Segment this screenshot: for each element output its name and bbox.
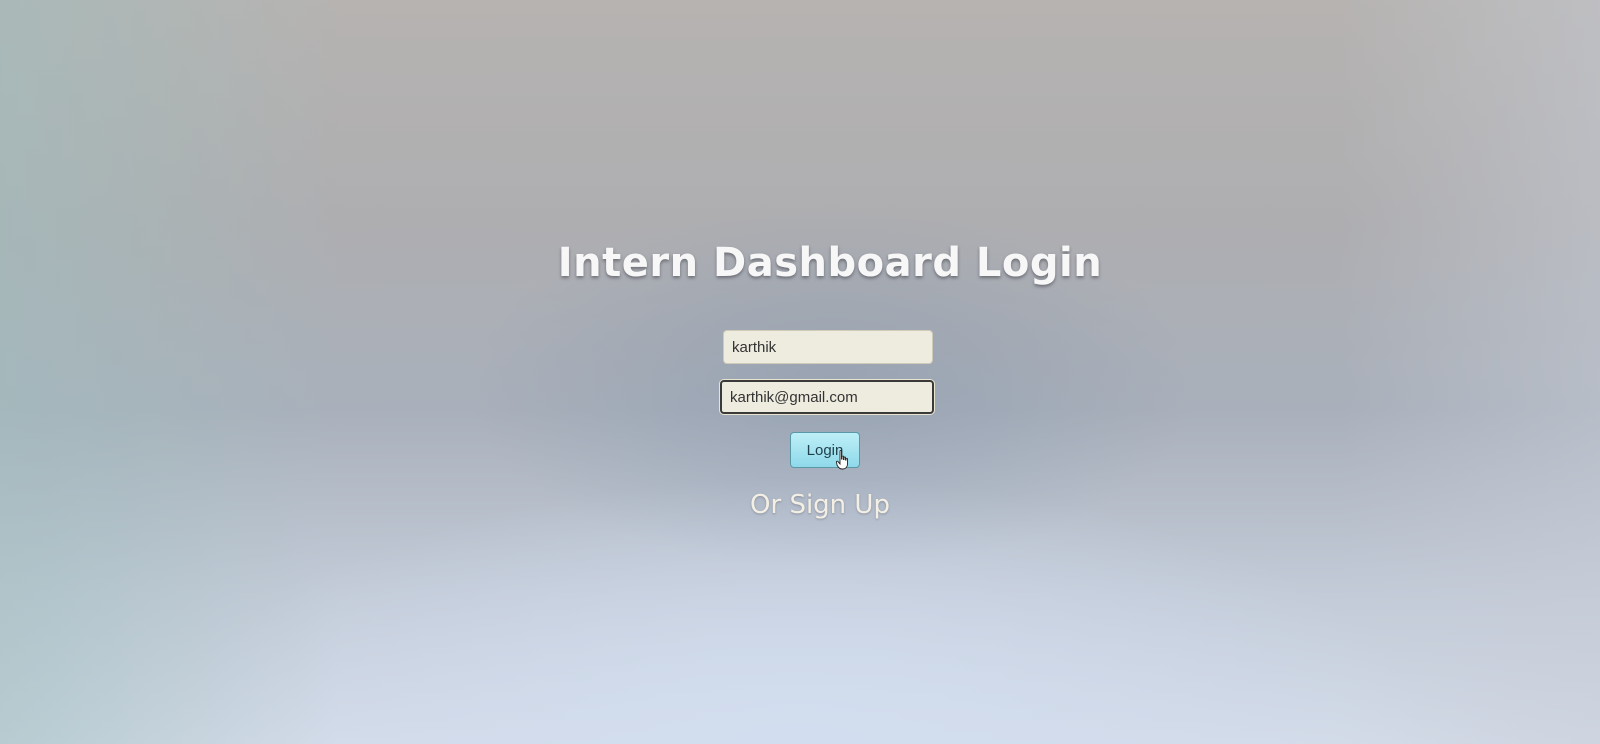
page-title: Intern Dashboard Login [557,240,1103,286]
username-input[interactable] [723,330,933,364]
email-input[interactable] [720,380,934,414]
login-page: Intern Dashboard Login Login Or Sign Up [0,0,1600,744]
signup-link[interactable]: Or Sign Up [740,490,900,520]
login-button[interactable]: Login [790,432,860,468]
